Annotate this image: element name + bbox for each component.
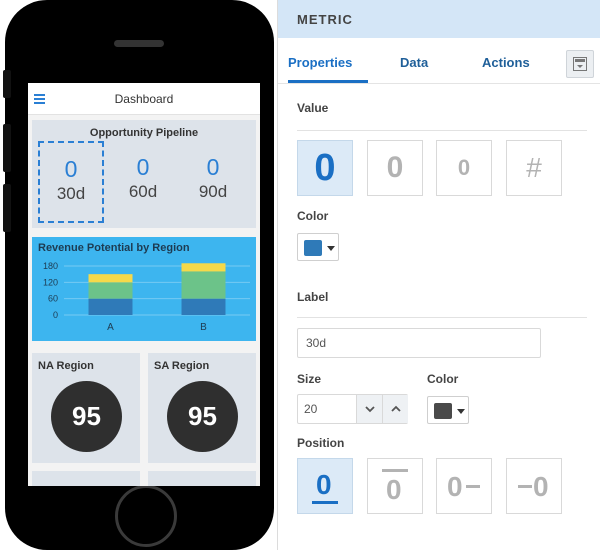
tab-properties[interactable]: Properties — [288, 55, 352, 70]
partial-card — [32, 471, 140, 486]
position-bar — [382, 469, 408, 472]
caret-down-icon — [457, 409, 465, 414]
label-text-input[interactable] — [297, 328, 541, 358]
metric-label: 30d — [56, 184, 86, 203]
pipeline-card[interactable]: Opportunity Pipeline 0 30d 0 60d 0 90d — [32, 120, 256, 228]
y-tick-label: 180 — [43, 261, 58, 271]
size-label: Size — [297, 372, 322, 386]
bar-segment — [88, 298, 133, 315]
position-above[interactable]: 0 — [367, 458, 423, 514]
hash-icon: # — [526, 152, 542, 183]
chevron-up-icon — [390, 405, 401, 412]
bar-segment — [181, 271, 226, 299]
app-bar: Dashboard — [28, 83, 260, 115]
bar-segment — [181, 263, 226, 272]
metric-90d[interactable]: 0 90d — [180, 141, 246, 223]
size-decrement-button[interactable] — [356, 395, 382, 423]
phone-home-button[interactable] — [115, 485, 177, 547]
tab-data[interactable]: Data — [400, 55, 428, 70]
position-glyph: 0 — [533, 471, 549, 502]
position-left-icon: 0 — [516, 467, 552, 505]
position-left[interactable]: 0 — [506, 458, 562, 514]
na-region-card[interactable]: NA Region 95 — [32, 353, 140, 463]
bar-segment — [88, 274, 133, 283]
y-tick-label: 0 — [53, 310, 58, 320]
position-glyph: 0 — [447, 471, 463, 502]
region-gauge: 95 — [167, 381, 238, 452]
panel-toggle-button[interactable] — [566, 50, 594, 78]
phone-speaker — [114, 40, 164, 47]
phone-mute-switch — [3, 70, 11, 98]
metric-30d[interactable]: 0 30d — [38, 141, 104, 223]
divider — [297, 130, 587, 131]
position-above-icon: 0 — [380, 467, 410, 505]
value-option-glyph: 0 — [314, 146, 336, 189]
bar-segment — [181, 298, 226, 315]
revenue-chart-card[interactable]: Revenue Potential by Region 180 120 60 0 A B — [32, 237, 256, 341]
metric-label: 60d — [128, 182, 158, 201]
hamburger-icon[interactable] — [34, 94, 45, 104]
metric-60d[interactable]: 0 60d — [110, 141, 176, 223]
position-bar — [312, 501, 338, 504]
region-title: SA Region — [154, 360, 210, 372]
color-swatch — [304, 240, 322, 256]
color-swatch — [434, 403, 452, 419]
active-tab-indicator — [288, 80, 368, 83]
pipeline-title: Opportunity Pipeline — [89, 127, 199, 139]
metric-value: 0 — [206, 154, 220, 180]
panel-icon — [573, 57, 587, 71]
region-title: NA Region — [38, 360, 94, 372]
caret-down-icon — [327, 246, 335, 251]
value-style-number[interactable]: # — [506, 140, 562, 196]
position-glyph: 0 — [316, 469, 332, 500]
position-label: Position — [297, 436, 345, 450]
properties-panel: METRIC Properties Data Actions Value 0 0 — [277, 0, 600, 550]
y-tick-label: 60 — [48, 294, 58, 304]
region-gauge: 95 — [51, 381, 122, 452]
sa-region-card[interactable]: SA Region 95 — [148, 353, 256, 463]
app-title: Dashboard — [114, 91, 174, 106]
size-increment-button[interactable] — [382, 395, 408, 423]
x-tick-label: B — [200, 322, 207, 333]
y-tick-label: 120 — [43, 277, 58, 287]
size-input[interactable] — [298, 395, 356, 423]
value-style-medium[interactable]: 0 — [367, 140, 423, 196]
divider — [297, 317, 587, 318]
position-glyph: 0 — [386, 474, 402, 505]
phone-volume-down — [3, 184, 11, 232]
position-bar — [466, 485, 480, 488]
position-bar — [518, 485, 532, 488]
label-color-label: Color — [427, 372, 459, 386]
phone-screen: Dashboard Opportunity Pipeline 0 30d 0 6… — [28, 83, 260, 486]
value-option-glyph: 0 — [457, 155, 471, 180]
value-section-label: Value — [297, 101, 329, 115]
panel-header: METRIC — [278, 0, 600, 38]
partial-card — [148, 471, 256, 486]
position-right-icon: 0 — [446, 467, 482, 505]
chevron-down-icon — [364, 406, 375, 413]
phone-volume-up — [3, 124, 11, 172]
size-stepper[interactable] — [297, 394, 408, 424]
position-below-icon: 0 — [310, 467, 340, 505]
tab-actions[interactable]: Actions — [482, 55, 530, 70]
metric-value: 0 — [64, 156, 78, 182]
bar-segment — [88, 282, 133, 299]
phone-frame: Dashboard Opportunity Pipeline 0 30d 0 6… — [3, 0, 274, 550]
revenue-chart: 180 120 60 0 A B — [43, 261, 250, 333]
value-color-picker[interactable] — [297, 233, 339, 261]
label-section-label: Label — [297, 290, 329, 304]
metric-value: 0 — [136, 154, 150, 180]
color-label: Color — [297, 209, 329, 223]
label-color-picker[interactable] — [427, 396, 469, 424]
value-style-large[interactable]: 0 — [297, 140, 353, 196]
tab-bar: Properties Data Actions — [278, 38, 600, 84]
metric-label: 90d — [198, 182, 228, 201]
value-style-small[interactable]: 0 — [436, 140, 492, 196]
position-right[interactable]: 0 — [436, 458, 492, 514]
value-option-glyph: 0 — [386, 151, 404, 184]
position-below[interactable]: 0 — [297, 458, 353, 514]
x-tick-label: A — [107, 322, 114, 333]
